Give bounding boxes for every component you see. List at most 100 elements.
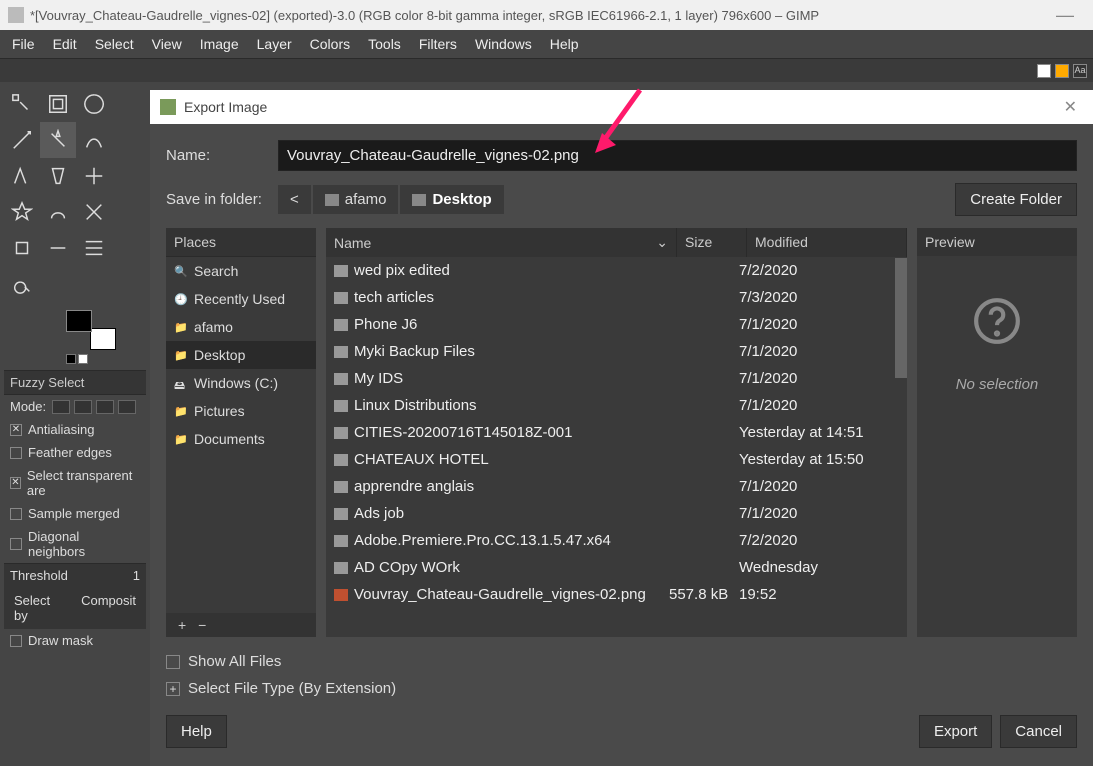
mode-buttons[interactable] [52,400,136,414]
tool-3[interactable] [4,122,40,158]
checkbox-icon[interactable] [10,447,22,459]
place-search[interactable]: 🔍Search [166,257,316,285]
tool-8[interactable] [76,158,112,194]
place-add-button[interactable]: + [174,617,190,633]
checkbox-icon[interactable] [10,635,22,647]
file-row[interactable]: Myki Backup Files7/1/2020 [326,338,907,365]
bg-color[interactable] [90,328,116,350]
folder-icon: 📁 [174,321,188,333]
drawmask-option[interactable]: Draw mask [4,629,146,652]
menu-layer[interactable]: Layer [249,32,300,56]
tool-5[interactable] [76,122,112,158]
create-folder-button[interactable]: Create Folder [955,183,1077,216]
crumb-desktop[interactable]: Desktop [400,185,503,214]
column-size[interactable]: Size [677,228,747,257]
file-row[interactable]: CITIES-20200716T145018Z-001Yesterday at … [326,419,907,446]
minimize-button[interactable]: — [1045,5,1085,26]
tool-2[interactable] [76,86,112,122]
show-all-files-checkbox[interactable]: Show All Files [166,653,1077,670]
menu-colors[interactable]: Colors [302,32,358,56]
tool-13[interactable] [40,230,76,266]
cancel-button[interactable]: Cancel [1000,715,1077,748]
checkbox-icon[interactable] [10,508,22,520]
tool-10[interactable] [40,194,76,230]
expand-icon[interactable] [166,682,180,696]
file-row[interactable]: Phone J67/1/2020 [326,311,907,338]
menu-file[interactable]: File [4,32,43,56]
menu-image[interactable]: Image [192,32,247,56]
menu-edit[interactable]: Edit [45,32,85,56]
file-row[interactable]: wed pix edited7/2/2020 [326,257,907,284]
color-swatch[interactable] [66,310,116,350]
tool-7[interactable] [40,158,76,194]
filename-input[interactable] [278,140,1077,171]
diagonal-option[interactable]: Diagonal neighbors [4,525,146,563]
window-titlebar: *[Vouvray_Chateau-Gaudrelle_vignes-02] (… [0,0,1093,30]
threshold-row[interactable]: Threshold1 [4,563,146,587]
export-dialog: Export Image ✕ Name: Save in folder: < a… [150,90,1093,766]
place-remove-button[interactable]: − [194,617,210,633]
tool-0[interactable] [4,86,40,122]
checkbox-icon[interactable] [10,477,21,489]
tab-selectby[interactable]: Select by [4,587,71,629]
menu-windows[interactable]: Windows [467,32,540,56]
column-modified[interactable]: Modified [747,228,907,257]
file-row[interactable]: My IDS7/1/2020 [326,365,907,392]
crumb-back[interactable]: < [278,185,311,214]
transparent-option[interactable]: Select transparent are [4,464,146,502]
dialog-titlebar: Export Image ✕ [150,90,1093,124]
tab-composite[interactable]: Composit [71,587,146,629]
fg-color[interactable] [66,310,92,332]
menu-help[interactable]: Help [542,32,587,56]
tool-11[interactable] [76,194,112,230]
folder-icon [334,319,348,331]
file-row[interactable]: Ads job7/1/2020 [326,500,907,527]
checkbox-icon[interactable] [166,655,180,669]
file-row[interactable]: AD COpy WOrkWednesday [326,554,907,581]
tool-14[interactable] [76,230,112,266]
dialog-title: Export Image [184,99,1058,115]
place-windows-c-[interactable]: 🖴Windows (C:) [166,369,316,397]
file-row[interactable]: CHATEAUX HOTELYesterday at 15:50 [326,446,907,473]
tool-9[interactable] [4,194,40,230]
file-row[interactable]: apprendre anglais7/1/2020 [326,473,907,500]
place-documents[interactable]: 📁Documents [166,425,316,453]
sample-merged-option[interactable]: Sample merged [4,502,146,525]
feather-option[interactable]: Feather edges [4,441,146,464]
file-row[interactable]: tech articles7/3/2020 [326,284,907,311]
menu-tools[interactable]: Tools [360,32,409,56]
menu-filters[interactable]: Filters [411,32,465,56]
crumb-user[interactable]: afamo [313,185,399,214]
indicator-icon: Aa [1073,64,1087,78]
search-icon: 🔍 [174,265,188,277]
column-name[interactable]: Name⌄ [326,228,677,257]
place-pictures[interactable]: 📁Pictures [166,397,316,425]
scrollbar[interactable] [895,258,907,378]
tool-6[interactable] [4,158,40,194]
file-row[interactable]: Linux Distributions7/1/2020 [326,392,907,419]
menu-select[interactable]: Select [87,32,142,56]
folder-icon [325,194,339,206]
place-afamo[interactable]: 📁afamo [166,313,316,341]
export-button[interactable]: Export [919,715,992,748]
checkbox-icon[interactable] [10,424,22,436]
dialog-icon [160,99,176,115]
antialiasing-option[interactable]: Antialiasing [4,418,146,441]
tool-1[interactable] [40,86,76,122]
tool-options-title: Fuzzy Select [4,370,146,395]
help-button[interactable]: Help [166,715,227,748]
place-recently-used[interactable]: 🕘Recently Used [166,285,316,313]
app-icon [8,7,24,23]
file-icon [334,589,348,601]
default-colors-icon[interactable] [66,354,146,364]
select-file-type-expander[interactable]: Select File Type (By Extension) [166,680,1077,697]
tool-4[interactable] [40,122,76,158]
place-desktop[interactable]: 📁Desktop [166,341,316,369]
menu-view[interactable]: View [144,32,190,56]
file-row[interactable]: Vouvray_Chateau-Gaudrelle_vignes-02.png5… [326,581,907,608]
tool-15[interactable] [4,266,40,302]
file-row[interactable]: Adobe.Premiere.Pro.CC.13.1.5.47.x647/2/2… [326,527,907,554]
checkbox-icon[interactable] [10,538,22,550]
close-icon[interactable]: ✕ [1058,97,1083,117]
tool-12[interactable] [4,230,40,266]
